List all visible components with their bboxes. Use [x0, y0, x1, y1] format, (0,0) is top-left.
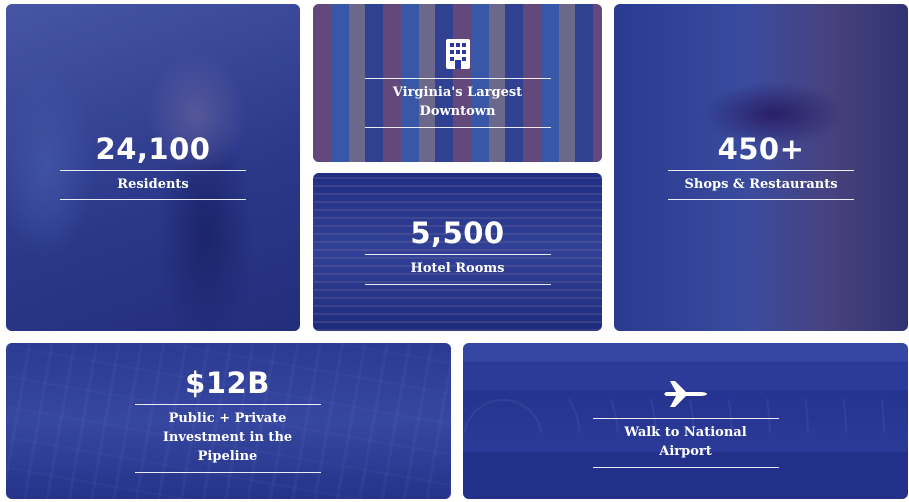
residents-stat: 24,100: [95, 131, 211, 166]
shops-stat: 450+: [717, 131, 805, 166]
residents-tile: 24,100 Residents: [6, 4, 300, 331]
hotel-tile: 5,500 Hotel Rooms: [313, 173, 602, 331]
hotel-stat: 5,500: [410, 216, 505, 251]
hotel-label: Hotel Rooms: [364, 254, 551, 285]
downtown-label: Virginia's Largest Downtown: [364, 78, 551, 128]
investment-label: Public + Private Investment in the Pipel…: [134, 404, 321, 473]
airport-label: Walk to National Airport: [592, 418, 779, 468]
investment-stat: $12B: [185, 366, 270, 401]
downtown-tile: Virginia's Largest Downtown: [313, 4, 602, 162]
shops-label: Shops & Restaurants: [668, 169, 854, 201]
residents-label: Residents: [60, 169, 246, 201]
investment-tile: $12B Public + Private Investment in the …: [6, 343, 451, 499]
airport-tile: Walk to National Airport: [463, 343, 908, 499]
airplane-icon: [663, 378, 708, 410]
building-icon: [445, 38, 471, 70]
shops-tile: 450+ Shops & Restaurants: [614, 4, 908, 331]
